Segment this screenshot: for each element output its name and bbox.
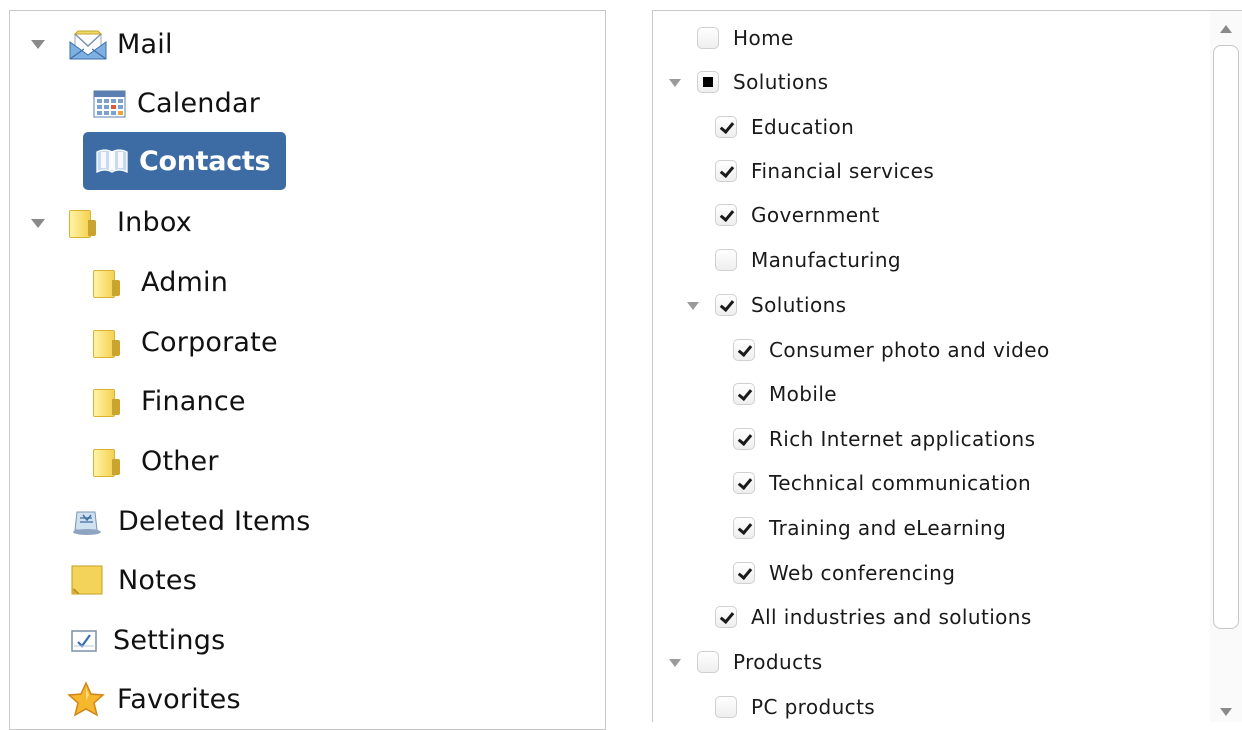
checkbox[interactable]: [715, 204, 737, 226]
scrollbar-thumb[interactable]: [1213, 45, 1239, 629]
tree-item-label: Mobile: [769, 382, 838, 406]
tree-item-label: Calendar: [137, 87, 261, 119]
checkbox[interactable]: [733, 428, 755, 450]
tree-item-label: Favorites: [117, 683, 241, 715]
vertical-scrollbar[interactable]: [1210, 11, 1242, 722]
tree-item-contacts[interactable]: Contacts: [93, 135, 271, 187]
tree-item-label: Notes: [118, 564, 197, 596]
tree-item-label: Government: [751, 203, 880, 227]
tree-item-label: Settings: [113, 624, 226, 656]
tree-item-mobile[interactable]: Mobile: [733, 376, 837, 412]
tree-item-label: All industries and solutions: [751, 605, 1032, 629]
checkbox[interactable]: [697, 27, 719, 49]
tree-item-deleted-items[interactable]: Deleted Items: [71, 495, 311, 547]
scroll-up-arrow-icon[interactable]: [1220, 25, 1232, 33]
tree-item-label: Financial services: [751, 159, 935, 183]
tree-item-label: Solutions: [751, 293, 847, 317]
tree-item-technical-communication[interactable]: Technical communication: [733, 465, 1031, 501]
checkbox[interactable]: [715, 160, 737, 182]
settings-checkbox-icon: [69, 626, 101, 654]
folder-icon: [69, 208, 97, 238]
tree-item-solutions[interactable]: Solutions: [697, 64, 829, 100]
tree-item-label: Education: [751, 115, 855, 139]
tree-item-label: PC products: [751, 695, 876, 719]
expand-mail-toggle[interactable]: [31, 40, 45, 49]
tree-item-manufacturing[interactable]: Manufacturing: [715, 242, 901, 278]
tree-item-label: Web conferencing: [769, 561, 956, 585]
expand-solutions-toggle[interactable]: [669, 79, 681, 87]
tree-item-label: Admin: [141, 266, 229, 298]
tree-item-training-and-elearning[interactable]: Training and eLearning: [733, 510, 1006, 546]
tree-item-favorites[interactable]: Favorites: [67, 673, 241, 725]
expand-nested-solutions-toggle[interactable]: [687, 302, 699, 310]
calendar-icon: [93, 88, 127, 118]
tree-item-rich-internet-applications[interactable]: Rich Internet applications: [733, 421, 1035, 457]
tree-item-home[interactable]: Home: [697, 20, 794, 56]
tree-item-label: Products: [733, 650, 823, 674]
tree-item-label: Home: [733, 26, 794, 50]
tree-item-calendar[interactable]: Calendar: [93, 77, 260, 129]
checkbox[interactable]: [733, 517, 755, 539]
checkbox[interactable]: [697, 651, 719, 673]
expand-products-toggle[interactable]: [669, 659, 681, 667]
note-icon: [71, 565, 103, 595]
tree-item-financial-services[interactable]: Financial services: [715, 153, 934, 189]
checkbox[interactable]: [715, 249, 737, 271]
tree-item-web-conferencing[interactable]: Web conferencing: [733, 555, 955, 591]
tree-item-label: Other: [141, 445, 219, 477]
checkbox[interactable]: [733, 383, 755, 405]
checkbox[interactable]: [715, 294, 737, 316]
tree-item-label: Contacts: [139, 145, 271, 177]
recycle-bin-icon: [71, 506, 103, 536]
tree-item-label: Technical communication: [769, 471, 1032, 495]
mail-envelope-icon: [69, 28, 107, 60]
checkbox[interactable]: [733, 562, 755, 584]
scroll-down-arrow-icon[interactable]: [1220, 708, 1232, 716]
tree-item-all-industries-and-solutions[interactable]: All industries and solutions: [715, 599, 1032, 635]
tree-item-corporate[interactable]: Corporate: [93, 316, 278, 368]
contacts-book-icon: [93, 146, 131, 176]
folder-icon: [93, 387, 121, 417]
tree-item-products[interactable]: Products: [697, 644, 823, 680]
tree-item-pc-products[interactable]: PC products: [715, 689, 875, 725]
tree-item-label: Deleted Items: [118, 505, 311, 537]
expand-inbox-toggle[interactable]: [31, 219, 45, 228]
checkbox[interactable]: [733, 339, 755, 361]
checkbox[interactable]: [715, 606, 737, 628]
checkbox[interactable]: [697, 71, 719, 93]
tree-item-admin[interactable]: Admin: [93, 256, 228, 308]
tree-item-label: Finance: [141, 385, 246, 417]
tree-item-label: Consumer photo and video: [769, 338, 1050, 362]
tree-item-notes[interactable]: Notes: [71, 554, 197, 606]
tree-item-label: Rich Internet applications: [769, 427, 1036, 451]
folder-icon: [93, 268, 121, 298]
folder-icon: [93, 447, 121, 477]
tree-item-label: Inbox: [117, 206, 192, 238]
tree-item-other[interactable]: Other: [93, 435, 219, 487]
tree-item-label: Training and eLearning: [769, 516, 1007, 540]
tree-item-solutions-nested[interactable]: Solutions: [715, 287, 847, 323]
tree-item-label: Corporate: [141, 326, 278, 358]
tree-item-inbox[interactable]: Inbox: [69, 196, 192, 248]
tree-item-settings[interactable]: Settings: [69, 614, 225, 666]
folder-icon: [93, 328, 121, 358]
tree-item-mail[interactable]: Mail: [69, 18, 173, 70]
checkbox[interactable]: [715, 116, 737, 138]
tree-item-label: Manufacturing: [751, 248, 902, 272]
tree-item-label: Mail: [117, 28, 173, 60]
tree-item-consumer-photo-and-video[interactable]: Consumer photo and video: [733, 332, 1050, 368]
tree-item-label: Solutions: [733, 70, 829, 94]
tree-item-government[interactable]: Government: [715, 197, 880, 233]
checkbox[interactable]: [733, 472, 755, 494]
checkbox[interactable]: [715, 696, 737, 718]
star-icon: [67, 681, 105, 717]
tree-item-education[interactable]: Education: [715, 109, 854, 145]
tree-item-finance[interactable]: Finance: [93, 375, 246, 427]
